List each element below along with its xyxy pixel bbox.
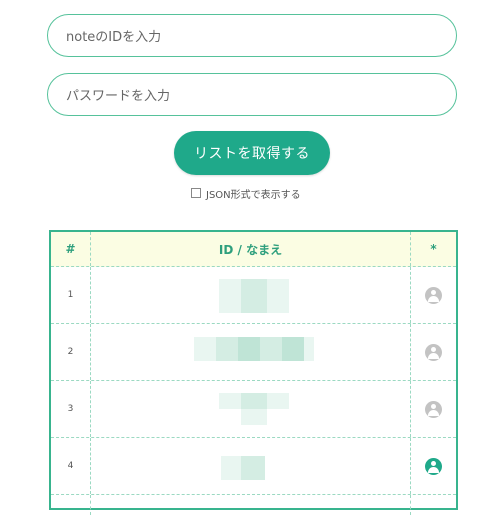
password-input[interactable]: パスワードを入力: [47, 73, 457, 116]
table-row: [51, 495, 456, 515]
row-name-blurred: [91, 324, 411, 380]
table-row: 1: [51, 267, 456, 324]
row-star[interactable]: [411, 438, 456, 494]
table-row: 2: [51, 324, 456, 381]
table-header: # ID / なまえ *: [51, 232, 456, 267]
row-star[interactable]: [411, 381, 456, 437]
row-name-blurred: [91, 381, 411, 437]
row-name-blurred: [91, 438, 411, 494]
follower-table: # ID / なまえ * 1 2 3 4: [49, 230, 458, 515]
user-avatar-icon[interactable]: [425, 343, 442, 361]
note-id-placeholder: noteのIDを入力: [66, 30, 162, 45]
header-num: #: [51, 232, 91, 266]
row-number: 4: [51, 438, 91, 494]
row-number: 2: [51, 324, 91, 380]
row-number: 1: [51, 267, 91, 323]
get-list-button[interactable]: リストを取得する: [174, 131, 330, 175]
json-format-label: JSON形式で表示する: [206, 189, 301, 201]
header-name: ID / なまえ: [91, 232, 411, 266]
user-avatar-icon[interactable]: [425, 286, 442, 304]
json-format-checkbox[interactable]: [191, 188, 201, 198]
table-row: 4: [51, 438, 456, 495]
user-avatar-icon[interactable]: [425, 457, 442, 475]
header-star: *: [430, 242, 437, 256]
json-format-option[interactable]: JSON形式で表示する: [191, 186, 301, 201]
row-star[interactable]: [411, 324, 456, 380]
note-id-input[interactable]: noteのIDを入力: [47, 14, 457, 57]
row-number: 3: [51, 381, 91, 437]
row-star[interactable]: [411, 267, 456, 323]
user-avatar-icon[interactable]: [425, 400, 442, 418]
table-row: 3: [51, 381, 456, 438]
password-placeholder: パスワードを入力: [66, 89, 171, 104]
row-name-blurred: [91, 267, 411, 323]
